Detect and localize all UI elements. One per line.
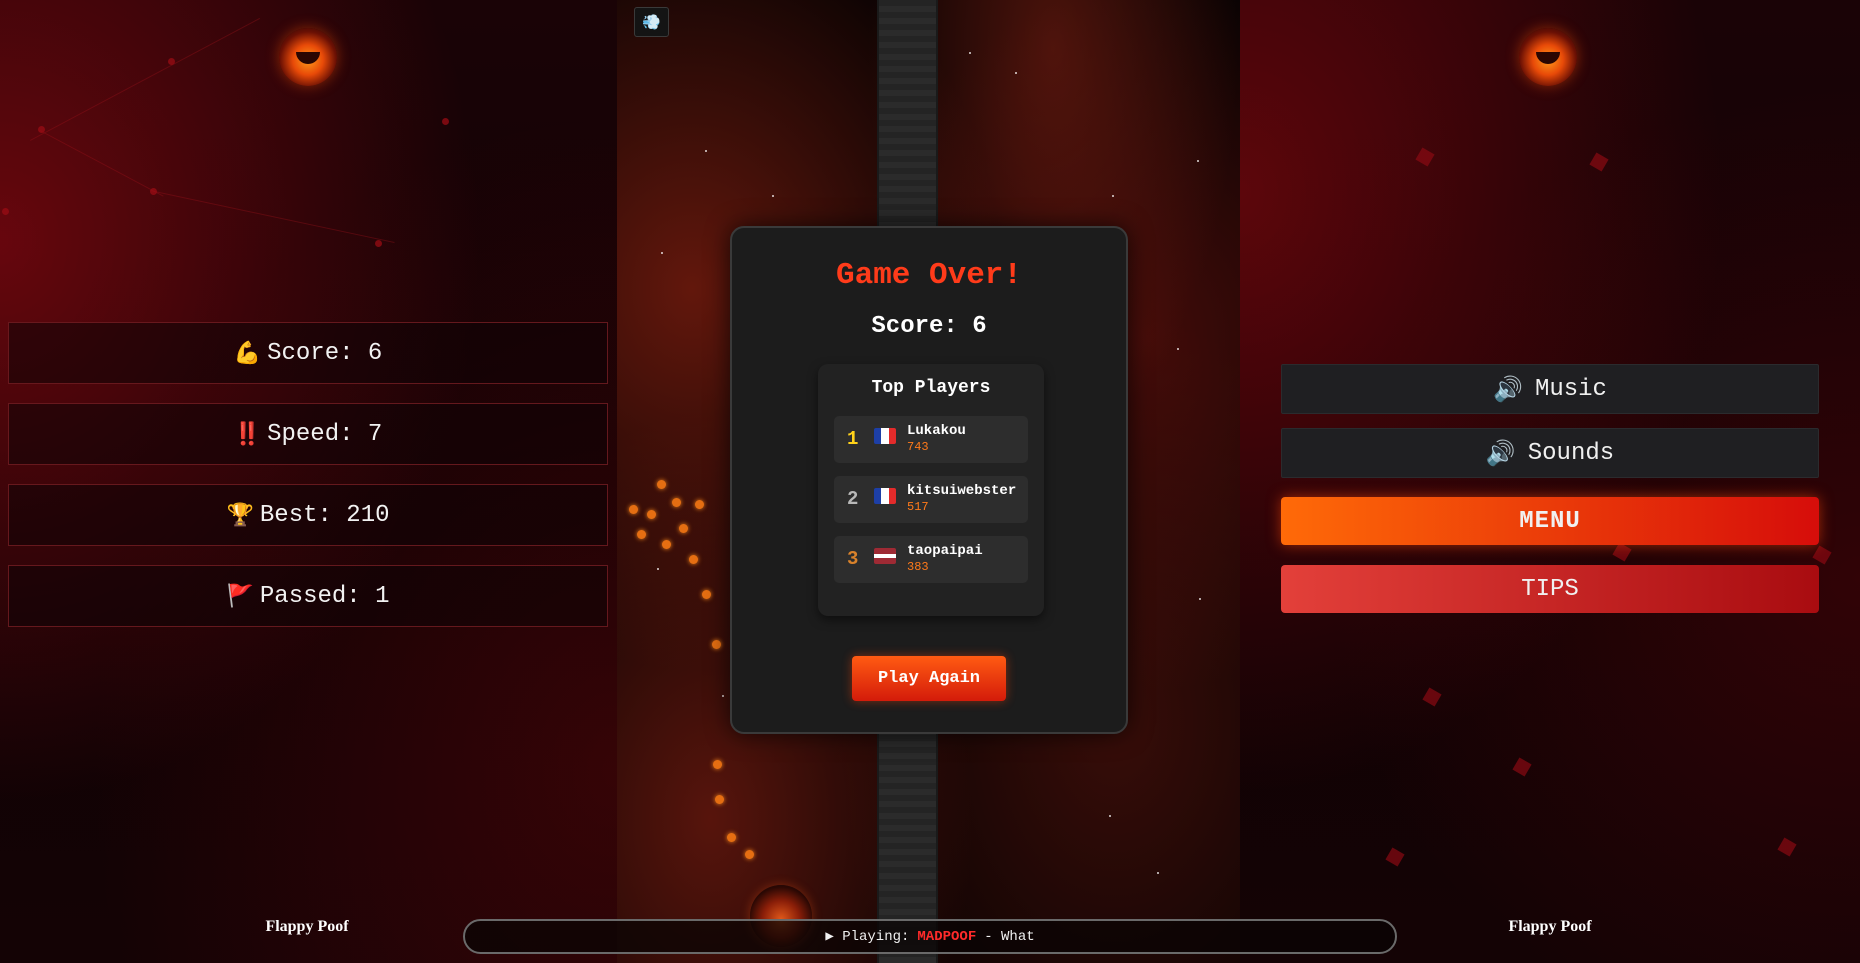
ember [712,640,721,649]
ember [647,510,656,519]
ember [689,555,698,564]
star [1015,72,1017,74]
background-dot [150,188,157,195]
stat-speed-label: Speed: 7 [267,420,383,448]
leaderboard-row: 2 kitsuiwebster 517 [834,476,1028,523]
ember [662,540,671,549]
stat-score: 💪 Score: 6 [8,322,608,384]
star [705,150,707,152]
flappy-poof-logo-icon [279,28,337,86]
sounds-toggle-button[interactable]: 🔊 Sounds [1281,428,1819,478]
background-shard [1777,837,1797,857]
star [661,252,663,254]
star [722,695,724,697]
trophy-icon: 🏆 [226,502,254,528]
brand-title-right: Flappy Poof [1508,918,1592,935]
leaderboard: Top Players 1 Lukakou 743 2 kitsuiwebste… [818,364,1044,616]
background-shard [1422,687,1442,707]
background-line [30,17,261,141]
star [657,568,659,570]
background-dot [375,240,382,247]
stat-best-label: Best: 210 [259,501,390,529]
ember [713,760,722,769]
right-panel [1240,0,1860,963]
ember [695,500,704,509]
tips-button[interactable]: TIPS [1281,565,1819,613]
now-playing-prefix: ▶ Playing: [825,929,910,945]
player-points: 517 [907,500,929,514]
ember [629,505,638,514]
ember [745,850,754,859]
brand-title-left: Flappy Poof [265,918,349,935]
star [1199,598,1201,600]
player-rank: 2 [847,488,859,510]
background-dot [2,208,9,215]
stat-score-label: Score: 6 [267,339,383,367]
star [772,195,774,197]
ember [715,795,724,804]
now-playing-title: - What [984,928,1035,945]
star [1197,160,1199,162]
flexed-biceps-icon: 💪 [233,340,262,366]
speaker-icon: 🔊 [1485,439,1516,467]
pipe-top [877,0,938,228]
ember [702,590,711,599]
leaderboard-title: Top Players [871,378,991,398]
menu-button[interactable]: MENU [1281,497,1819,545]
background-shard [1589,152,1609,172]
latvia-flag-icon [874,548,896,564]
ember [672,498,681,507]
game-over-title: Game Over! [835,258,1023,293]
france-flag-icon [874,488,896,504]
ember [637,530,646,539]
player-rank: 3 [847,548,859,570]
background-shard [1415,147,1435,167]
player-name: taopaipai [907,543,983,559]
music-label: Music [1534,375,1607,403]
star [1109,815,1111,817]
background-dot [442,118,449,125]
now-playing-artist: MADPOOF [917,928,977,945]
player-points: 383 [907,560,929,574]
game-over-modal: Game Over! Score: 6 Top Players 1 Lukako… [730,226,1128,734]
background-shard [1812,545,1832,565]
final-score: Score: 6 [871,313,987,340]
red-flag-icon: 🚩 [226,583,254,609]
stat-best: 🏆 Best: 210 [8,484,608,546]
background-dot [38,126,45,133]
play-again-button[interactable]: Play Again [852,656,1006,701]
star [1112,195,1114,197]
background-shard [1512,757,1532,777]
background-dot [168,58,175,65]
background-line [149,190,395,243]
star [969,52,971,54]
wind-icon: 💨 [642,13,661,31]
sounds-label: Sounds [1527,439,1615,467]
star [1177,348,1179,350]
player-name: kitsuiwebster [907,483,1017,499]
france-flag-icon [874,428,896,444]
player-rank: 1 [847,428,859,450]
stat-passed: 🚩 Passed: 1 [8,565,608,627]
leaderboard-row: 1 Lukakou 743 [834,416,1028,463]
stat-speed: ‼️ Speed: 7 [8,403,608,465]
ember [657,480,666,489]
background-shard [1612,542,1632,562]
player-name: Lukakou [907,423,966,439]
double-exclamation-icon: ‼️ [233,421,262,447]
stat-passed-label: Passed: 1 [259,582,390,610]
speaker-icon: 🔊 [1493,375,1523,403]
ember [679,524,688,533]
ember [727,833,736,842]
player-points: 743 [907,440,929,454]
flappy-poof-logo-icon [1519,28,1577,86]
poof-button[interactable]: 💨 [634,7,669,37]
leaderboard-row: 3 taopaipai 383 [834,536,1028,583]
left-panel [0,0,617,963]
now-playing-bar[interactable]: ▶ Playing: MADPOOF - What [463,919,1397,954]
background-line [39,130,164,197]
star [1157,872,1159,874]
music-toggle-button[interactable]: 🔊 Music [1281,364,1819,414]
background-shard [1385,847,1405,867]
